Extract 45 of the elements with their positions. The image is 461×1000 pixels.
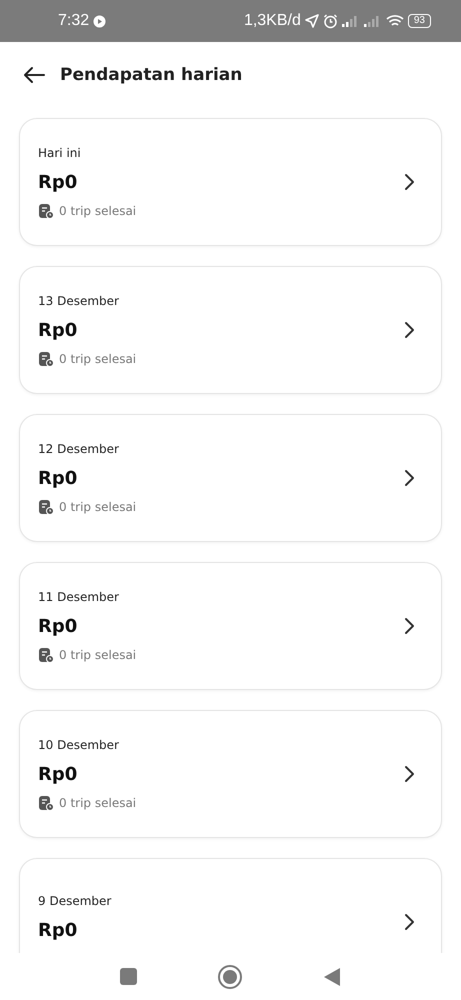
location-icon <box>304 14 319 28</box>
earnings-card[interactable]: 11 Desember Rp0 0 trip selesai <box>19 562 442 690</box>
date-label: 12 Desember <box>38 442 119 456</box>
trip-count: 0 trip selesai <box>59 500 136 514</box>
chevron-right-icon <box>403 469 415 487</box>
chevron-right-icon <box>403 913 415 931</box>
date-label: Hari ini <box>38 146 81 160</box>
trip-count: 0 trip selesai <box>59 352 136 366</box>
back-button[interactable] <box>323 966 341 986</box>
earnings-card[interactable]: 13 Desember Rp0 0 trip selesai <box>19 266 442 394</box>
wifi-icon <box>386 14 404 28</box>
alarm-icon <box>322 14 338 28</box>
earnings-amount: Rp0 <box>38 468 78 488</box>
date-label: 13 Desember <box>38 294 119 308</box>
date-label: 10 Desember <box>38 738 119 752</box>
page-title: Pendapatan harian <box>60 65 242 85</box>
receipt-icon <box>38 794 54 810</box>
date-label: 11 Desember <box>38 590 119 604</box>
earnings-amount: Rp0 <box>38 616 78 636</box>
receipt-icon <box>38 498 54 514</box>
chevron-right-icon <box>403 765 415 783</box>
network-speed: 1,3KB/d <box>244 12 301 30</box>
earnings-card[interactable]: 12 Desember Rp0 0 trip selesai <box>19 414 442 542</box>
earnings-card[interactable]: Hari ini Rp0 0 trip selesai <box>19 118 442 246</box>
battery-indicator: 93 <box>408 14 431 28</box>
earnings-card[interactable]: 10 Desember Rp0 0 trip selesai <box>19 710 442 838</box>
earnings-amount: Rp0 <box>38 764 78 784</box>
earnings-amount: Rp0 <box>38 320 78 340</box>
receipt-icon <box>38 202 54 218</box>
home-button[interactable] <box>217 964 243 990</box>
receipt-icon <box>38 350 54 366</box>
chevron-right-icon <box>403 321 415 339</box>
receipt-icon <box>38 646 54 662</box>
chevron-right-icon <box>403 617 415 635</box>
back-arrow-icon[interactable] <box>22 66 46 84</box>
status-time: 7:32 <box>58 12 90 30</box>
date-label: 9 Desember <box>38 894 112 908</box>
earnings-amount: Rp0 <box>38 172 78 192</box>
chevron-right-icon <box>403 173 415 191</box>
trip-count: 0 trip selesai <box>59 796 136 810</box>
play-icon <box>93 14 106 28</box>
earnings-amount: Rp0 <box>38 920 78 940</box>
recents-button[interactable] <box>120 968 137 985</box>
trip-count: 0 trip selesai <box>59 648 136 662</box>
trip-count: 0 trip selesai <box>59 204 136 218</box>
